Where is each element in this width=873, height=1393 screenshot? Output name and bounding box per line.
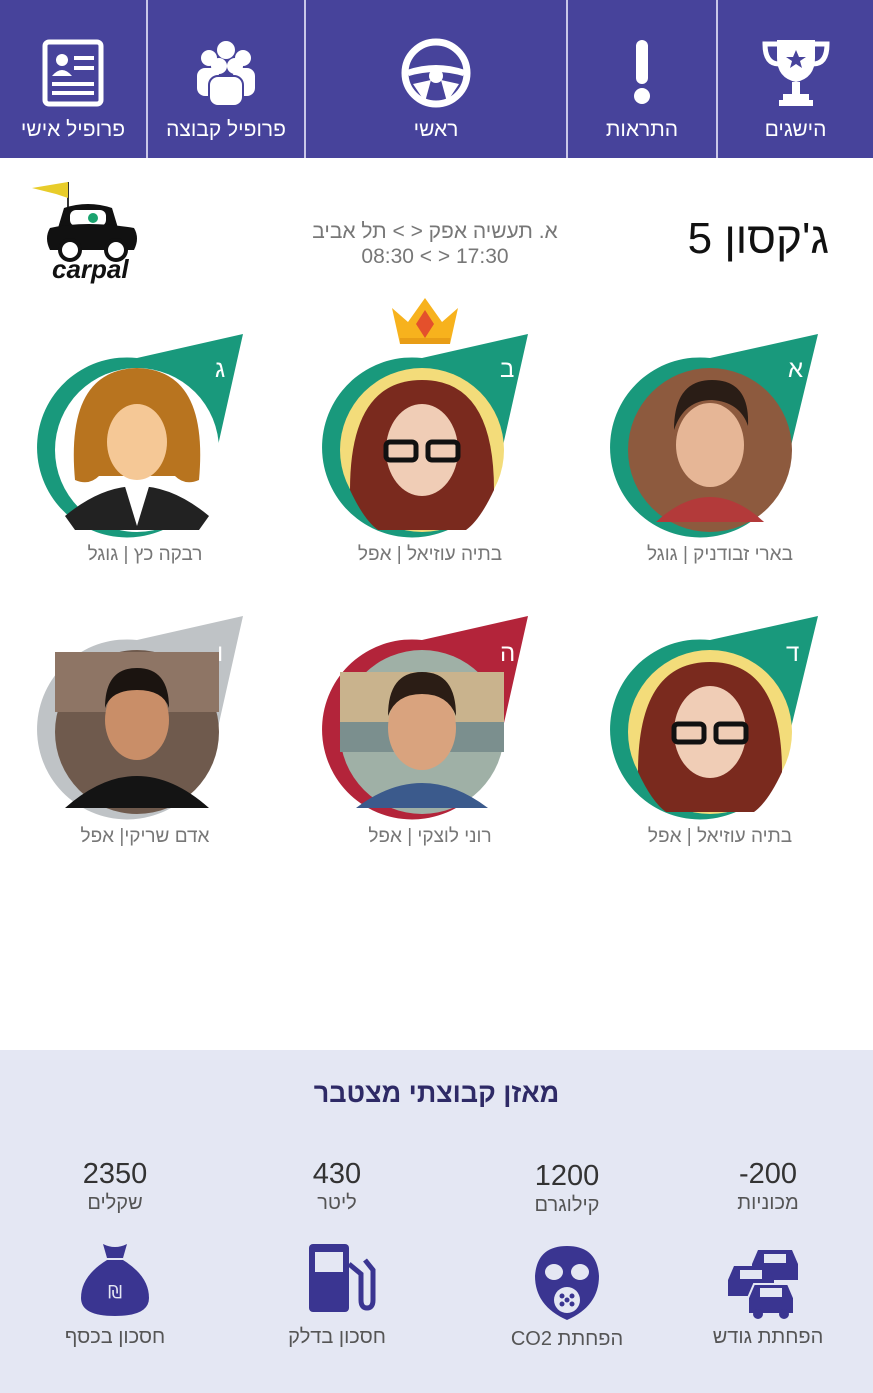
nav-group-profile[interactable]: פרופיל קבוצה — [148, 0, 306, 158]
route-times: 08:30 < > 17:30 — [361, 245, 509, 268]
stat-unit: ליטר — [317, 1192, 357, 1214]
stat-caption: חסכון בדלק — [288, 1326, 386, 1348]
nav-label: ראשי — [413, 118, 459, 141]
stat-caption: הפחתת CO2 — [510, 1328, 624, 1350]
stat-unit: קילוגרם — [534, 1194, 600, 1216]
member-letter: ג — [215, 356, 226, 383]
member-name: רבקה כץ | גוגל — [87, 544, 203, 565]
stat-value: 430 — [312, 1158, 362, 1190]
nav-personal-profile[interactable]: פרופיל אישי — [0, 0, 148, 158]
member-avatar — [610, 616, 818, 820]
stat-unit: שקלים — [87, 1192, 143, 1214]
nav-label: הישגים — [764, 118, 827, 141]
member-card[interactable]: א בארי זבודניק | גוגל — [600, 330, 840, 590]
route-text: א. תעשיה אפק < > תל אביב — [312, 220, 558, 243]
member-card[interactable]: ב בתיה עוזיאל | אפל — [310, 330, 550, 590]
member-card[interactable]: ה רוני לוצקי | אפל — [310, 612, 550, 872]
exclamation-icon — [634, 40, 650, 104]
stat-unit: מכוניות — [737, 1192, 799, 1214]
nav-achievements[interactable]: הישגים — [718, 0, 873, 158]
logo-text: carpal — [52, 254, 129, 284]
member-name: בתיה עוזיאל | אפל — [647, 826, 793, 847]
nav-label: פרופיל קבוצה — [166, 118, 286, 141]
top-nav: פרופיל אישי פרופיל קבוצה ראשי התראות היש… — [0, 0, 873, 158]
nav-label: פרופיל אישי — [20, 118, 126, 141]
member-name: רוני לוצקי | אפל — [368, 826, 492, 847]
nav-label: התראות — [605, 118, 679, 141]
member-letter: ד — [786, 640, 800, 667]
nav-notifications[interactable]: התראות — [568, 0, 718, 158]
member-name: אדם שריקי| אפל — [80, 826, 210, 847]
member-name: בתיה עוזיאל | אפל — [357, 544, 503, 565]
stat-value: 1200 — [534, 1160, 600, 1192]
member-letter: ה — [500, 640, 516, 667]
carpal-logo: carpal — [26, 178, 144, 288]
member-letter: ב — [500, 356, 515, 383]
svg-text:₪: ₪ — [108, 1282, 122, 1303]
member-card[interactable]: ו אדם שריקי| אפל — [25, 612, 265, 872]
money-bag-icon: ₪ — [81, 1244, 149, 1316]
member-avatar — [37, 334, 243, 538]
member-card[interactable]: ד בתיה עוזיאל | אפל — [600, 612, 840, 872]
member-letter: א — [788, 356, 804, 383]
stat-caption: חסכון בכסף — [64, 1326, 166, 1348]
group-icon — [197, 41, 255, 107]
stat-value: -200 — [738, 1158, 798, 1190]
gas-mask-icon — [535, 1246, 599, 1320]
trophy-icon — [761, 40, 830, 106]
fuel-pump-icon — [309, 1244, 376, 1312]
nav-main[interactable]: ראשי — [306, 0, 568, 158]
group-title: ג'קסון 5 — [687, 214, 829, 263]
balance-title: מאזן קבוצתי מצטבר — [313, 1078, 560, 1108]
member-card[interactable]: ג רבקה כץ | גוגל — [25, 330, 265, 590]
stat-caption: הפחתת גודש — [712, 1326, 824, 1348]
member-avatar — [37, 616, 243, 820]
stat-value: 2350 — [82, 1158, 148, 1190]
member-letter: ו — [217, 640, 224, 667]
profile-card-icon — [42, 39, 104, 107]
member-name: בארי זבודניק | גוגל — [647, 544, 793, 565]
cars-icon — [728, 1250, 798, 1319]
member-avatar — [610, 334, 818, 538]
steering-wheel-icon — [401, 38, 471, 108]
